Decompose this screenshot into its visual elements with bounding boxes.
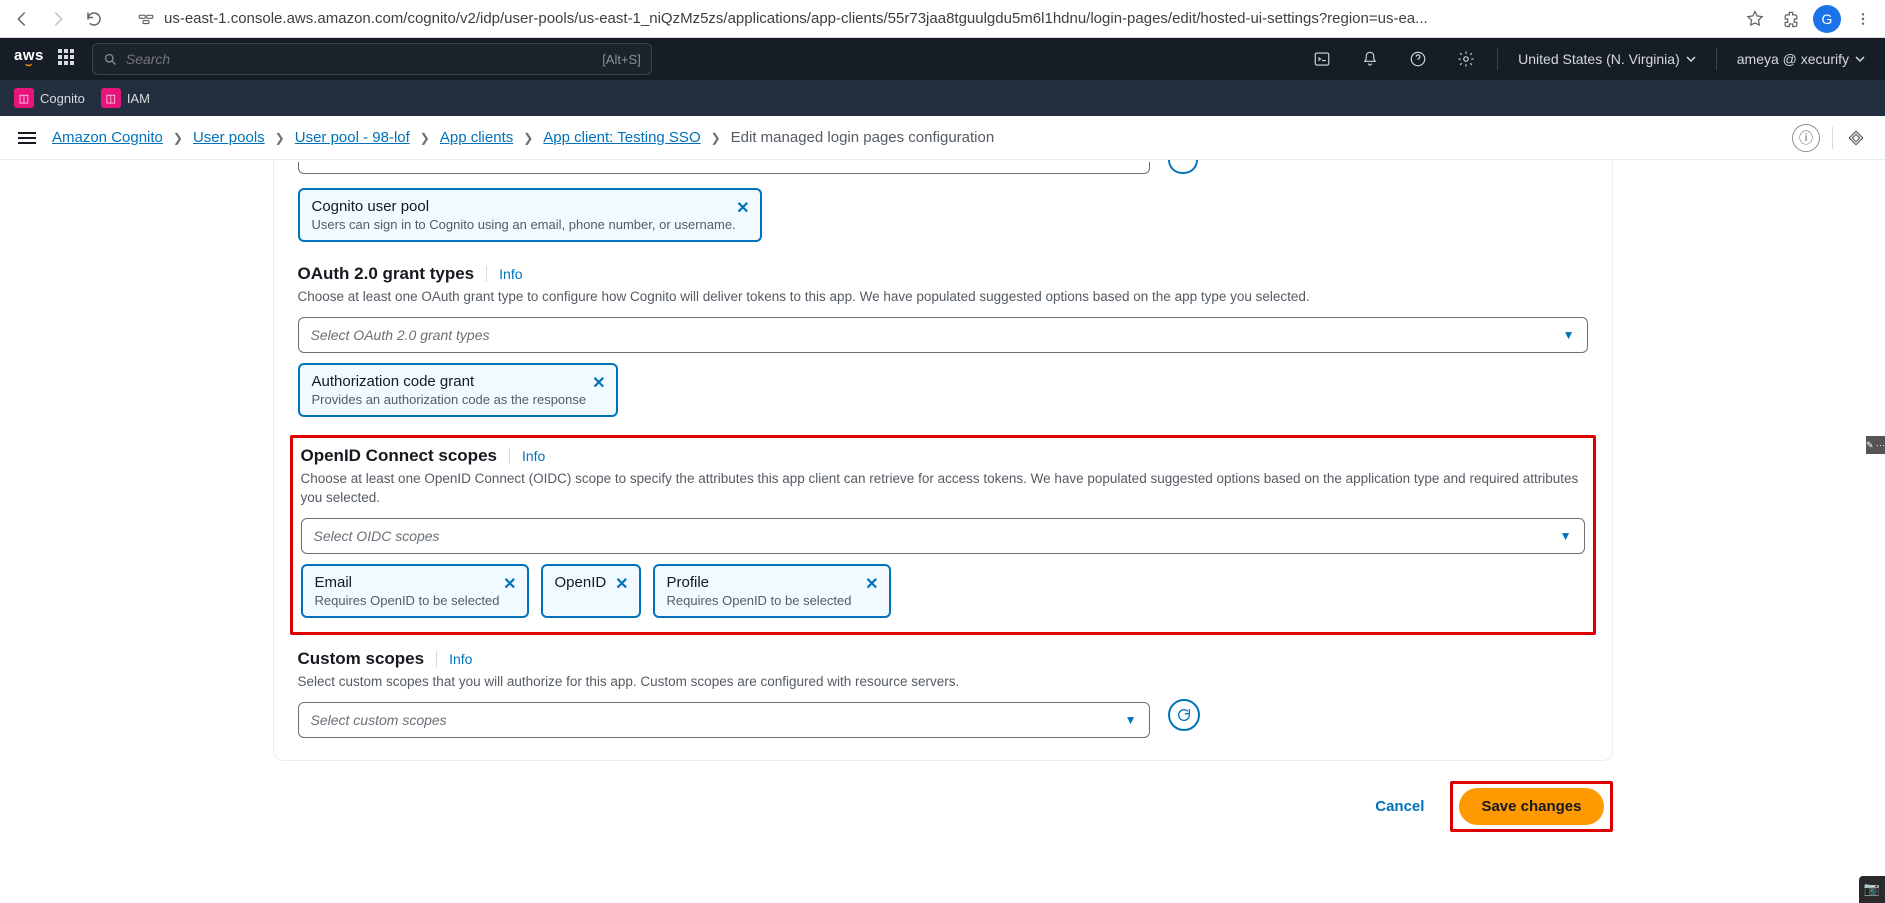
idp-select-partial[interactable] — [298, 162, 1150, 174]
close-icon[interactable]: ✕ — [592, 373, 605, 393]
refresh-icon-partial[interactable] — [1168, 160, 1198, 174]
oidc-chip-openid: OpenID ✕ — [541, 564, 641, 618]
info-link[interactable]: Info — [436, 651, 472, 667]
chip-sub: Requires OpenID to be selected — [667, 593, 877, 608]
close-icon[interactable]: ✕ — [615, 574, 628, 594]
chevron-right-icon: ❯ — [173, 131, 183, 145]
cloudshell-icon[interactable] — [1305, 42, 1339, 76]
oidc-desc: Choose at least one OpenID Connect (OIDC… — [301, 470, 1585, 508]
crumb-app-client[interactable]: App client: Testing SSO — [543, 129, 700, 146]
forward-button[interactable] — [44, 5, 72, 33]
refresh-button[interactable] — [1168, 699, 1200, 731]
close-icon[interactable]: ✕ — [865, 574, 878, 594]
oidc-heading: OpenID Connect scopes — [301, 446, 497, 466]
chevron-down-icon: ▼ — [1560, 529, 1572, 543]
search-hint: [Alt+S] — [602, 52, 641, 67]
chip-sub: Requires OpenID to be selected — [315, 593, 515, 608]
chip-title: Authorization code grant — [312, 373, 604, 390]
more-icon[interactable] — [1849, 5, 1877, 33]
reload-button[interactable] — [80, 5, 108, 33]
close-icon[interactable]: ✕ — [736, 198, 749, 218]
chevron-right-icon: ❯ — [523, 131, 533, 145]
toolbar-handle[interactable]: ✎ ⋯ — [1866, 436, 1885, 454]
breadcrumb: Amazon Cognito ❯ User pools ❯ User pool … — [52, 129, 994, 146]
aws-logo[interactable]: aws⌣ — [14, 50, 44, 68]
grant-chip-auth-code: Authorization code grant Provides an aut… — [298, 363, 618, 417]
chevron-right-icon: ❯ — [275, 131, 285, 145]
chevron-down-icon: ▼ — [1125, 713, 1137, 727]
footer-actions: Cancel Save changes — [273, 781, 1613, 832]
custom-scopes-desc: Select custom scopes that you will autho… — [298, 673, 1588, 692]
chip-sub: Users can sign in to Cognito using an em… — [312, 217, 748, 232]
back-button[interactable] — [8, 5, 36, 33]
region-selector[interactable]: United States (N. Virginia) — [1512, 51, 1702, 67]
aws-top-bar: aws⌣ [Alt+S] United States (N. Virginia)… — [0, 38, 1885, 80]
content-area: Cognito user pool Users can sign in to C… — [0, 160, 1885, 903]
extensions-icon[interactable] — [1777, 5, 1805, 33]
chip-sub: Provides an authorization code as the re… — [312, 392, 604, 407]
oidc-select[interactable]: Select OIDC scopes ▼ — [301, 518, 1585, 554]
crumb-root[interactable]: Amazon Cognito — [52, 129, 163, 146]
close-icon[interactable]: ✕ — [503, 574, 516, 594]
info-link[interactable]: Info — [509, 448, 545, 464]
custom-scopes-heading: Custom scopes — [298, 649, 425, 669]
help-icon[interactable] — [1401, 42, 1435, 76]
chip-title: Email — [315, 574, 515, 591]
camera-icon[interactable]: 📷 — [1859, 876, 1885, 902]
custom-scopes-select[interactable]: Select custom scopes ▼ — [298, 702, 1150, 738]
notifications-icon[interactable] — [1353, 42, 1387, 76]
service-cognito[interactable]: ◫ Cognito — [14, 88, 85, 108]
chevron-down-icon: ▼ — [1563, 328, 1575, 342]
search-input[interactable] — [126, 51, 594, 67]
account-menu[interactable]: ameya @ xecurify — [1731, 51, 1871, 67]
profile-avatar[interactable]: G — [1813, 5, 1841, 33]
service-bar: ◫ Cognito ◫ IAM — [0, 80, 1885, 116]
form-panel: Cognito user pool Users can sign in to C… — [273, 160, 1613, 761]
service-iam[interactable]: ◫ IAM — [101, 88, 150, 108]
dark-mode-icon[interactable] — [1845, 127, 1867, 149]
star-icon[interactable] — [1741, 5, 1769, 33]
nav-toggle-icon[interactable] — [18, 127, 40, 149]
chip-title: Profile — [667, 574, 877, 591]
services-grid-icon[interactable] — [58, 49, 78, 69]
grant-types-heading: OAuth 2.0 grant types — [298, 264, 475, 284]
idp-chip-cognito: Cognito user pool Users can sign in to C… — [298, 188, 762, 242]
crumb-app-clients[interactable]: App clients — [440, 129, 513, 146]
cognito-icon: ◫ — [14, 88, 34, 108]
oidc-chip-email: Email Requires OpenID to be selected ✕ — [301, 564, 529, 618]
oidc-chip-profile: Profile Requires OpenID to be selected ✕ — [653, 564, 891, 618]
iam-icon: ◫ — [101, 88, 121, 108]
save-highlight-box: Save changes — [1450, 781, 1612, 832]
grant-types-desc: Choose at least one OAuth grant type to … — [298, 288, 1588, 307]
save-changes-button[interactable]: Save changes — [1459, 788, 1603, 825]
search-box[interactable]: [Alt+S] — [92, 43, 652, 75]
info-link[interactable]: Info — [486, 266, 522, 282]
chip-title: Cognito user pool — [312, 198, 748, 215]
crumb-user-pools[interactable]: User pools — [193, 129, 265, 146]
crumb-pool[interactable]: User pool - 98-lof — [295, 129, 410, 146]
url-bar[interactable]: us-east-1.console.aws.amazon.com/cognito… — [164, 10, 1733, 27]
cancel-button[interactable]: Cancel — [1361, 790, 1438, 823]
chevron-right-icon: ❯ — [420, 131, 430, 145]
settings-icon[interactable] — [1449, 42, 1483, 76]
browser-chrome: us-east-1.console.aws.amazon.com/cognito… — [0, 0, 1885, 38]
crumb-current: Edit managed login pages configuration — [731, 129, 995, 146]
info-icon[interactable]: ⓘ — [1792, 124, 1820, 152]
oidc-highlight-box: OpenID Connect scopes Info Choose at lea… — [290, 435, 1596, 635]
floating-toolbar: ✎ ⋯ 📷 🎥 ▣ ⚙ — [1866, 436, 1885, 454]
grant-types-select[interactable]: Select OAuth 2.0 grant types ▼ — [298, 317, 1588, 353]
site-info-icon[interactable] — [136, 9, 156, 29]
chevron-right-icon: ❯ — [711, 131, 721, 145]
breadcrumb-bar: Amazon Cognito ❯ User pools ❯ User pool … — [0, 116, 1885, 160]
